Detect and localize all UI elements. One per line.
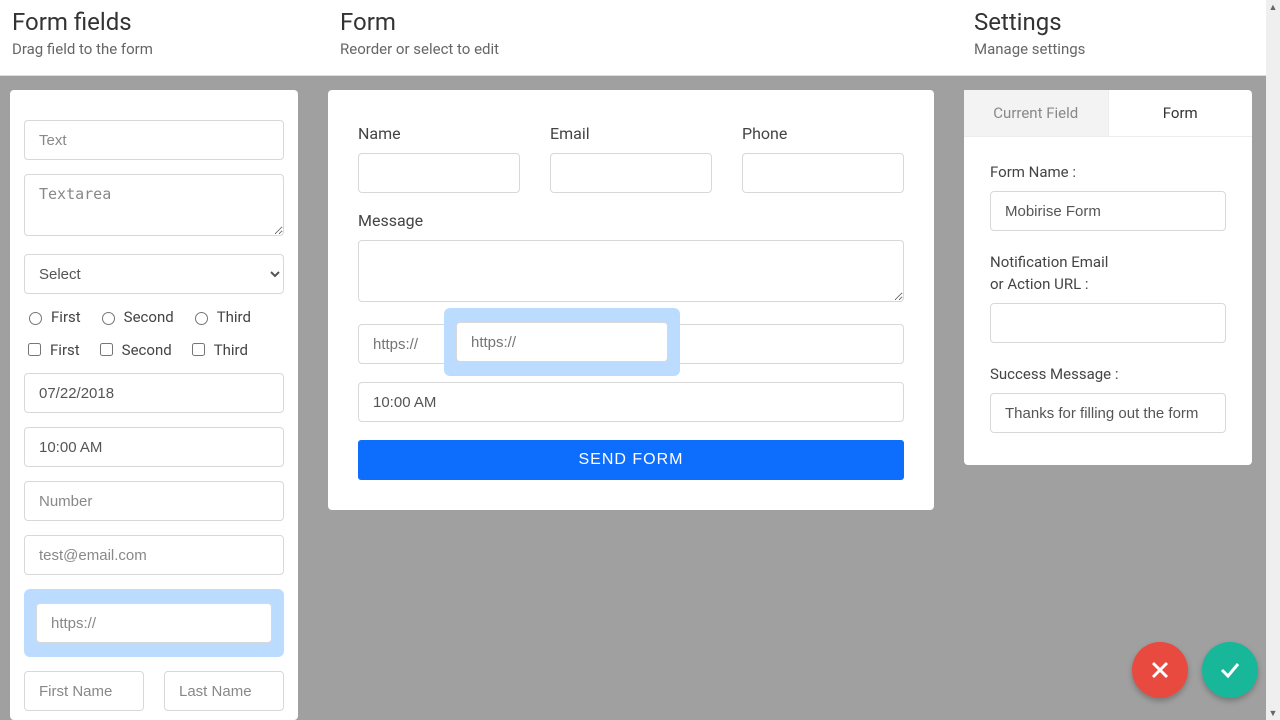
- date-field[interactable]: [24, 373, 284, 413]
- form-title: Form: [340, 8, 950, 36]
- scroll-down-icon[interactable]: ▼: [1266, 706, 1280, 720]
- firstname-field[interactable]: [24, 671, 144, 711]
- header-fields: Form fields Drag field to the form: [0, 0, 328, 75]
- scroll-up-icon[interactable]: ▲: [1266, 0, 1280, 14]
- tab-form[interactable]: Form: [1109, 90, 1253, 137]
- success-label: Success Message :: [990, 365, 1226, 383]
- url-field-dragsource[interactable]: [24, 589, 284, 657]
- radio-group: First Second Third: [24, 308, 284, 326]
- tab-current-field[interactable]: Current Field: [964, 90, 1109, 137]
- select-field[interactable]: Select: [24, 254, 284, 294]
- name-input[interactable]: [358, 153, 520, 193]
- close-icon: [1148, 658, 1172, 682]
- url-drag-ghost[interactable]: [444, 308, 680, 376]
- number-field[interactable]: [24, 481, 284, 521]
- url-field[interactable]: [36, 603, 272, 643]
- radio-option-second[interactable]: Second: [97, 308, 174, 326]
- form-name-input[interactable]: [990, 191, 1226, 231]
- checkbox-group: First Second Third: [24, 340, 284, 359]
- time-field[interactable]: [24, 427, 284, 467]
- confirm-button[interactable]: [1202, 642, 1258, 698]
- header-form: Form Reorder or select to edit: [328, 0, 962, 75]
- fields-panel: Select First Second Third First Second T…: [10, 90, 298, 720]
- form-time-input[interactable]: [358, 382, 904, 422]
- radio-option-first[interactable]: First: [24, 308, 81, 326]
- email-label: Email: [550, 124, 712, 143]
- vertical-scrollbar[interactable]: ▲ ▼: [1266, 0, 1280, 720]
- header-settings: Settings Manage settings: [962, 0, 1280, 75]
- notification-label-2: or Action URL :: [990, 275, 1226, 293]
- url-drag-ghost-input: [456, 322, 668, 362]
- workspace: Select First Second Third First Second T…: [0, 76, 1280, 720]
- settings-subtitle: Manage settings: [974, 40, 1268, 58]
- text-field[interactable]: [24, 120, 284, 160]
- name-fields: [24, 671, 284, 711]
- fields-subtitle: Drag field to the form: [12, 40, 316, 58]
- check-option-third[interactable]: Third: [188, 340, 248, 359]
- settings-tabs: Current Field Form: [964, 90, 1252, 137]
- settings-panel: Current Field Form Form Name : Notificat…: [964, 90, 1252, 465]
- phone-input[interactable]: [742, 153, 904, 193]
- form-subtitle: Reorder or select to edit: [340, 40, 950, 58]
- check-icon: [1218, 658, 1242, 682]
- message-input[interactable]: [358, 240, 904, 302]
- check-option-second[interactable]: Second: [96, 340, 172, 359]
- email-input[interactable]: [550, 153, 712, 193]
- app-header: Form fields Drag field to the form Form …: [0, 0, 1280, 76]
- email-field[interactable]: [24, 535, 284, 575]
- success-input[interactable]: [990, 393, 1226, 433]
- notification-input[interactable]: [990, 303, 1226, 343]
- phone-label: Phone: [742, 124, 904, 143]
- form-name-label: Form Name :: [990, 163, 1226, 181]
- notification-label-1: Notification Email: [990, 253, 1226, 271]
- check-option-first[interactable]: First: [24, 340, 80, 359]
- send-form-button[interactable]: SEND FORM: [358, 440, 904, 480]
- action-buttons: [1132, 642, 1258, 698]
- radio-option-third[interactable]: Third: [190, 308, 251, 326]
- form-canvas: Name Email Phone Message SEND FOR: [328, 90, 934, 510]
- message-label: Message: [358, 211, 904, 230]
- textarea-field[interactable]: [24, 174, 284, 236]
- cancel-button[interactable]: [1132, 642, 1188, 698]
- settings-title: Settings: [974, 8, 1268, 36]
- name-label: Name: [358, 124, 520, 143]
- lastname-field[interactable]: [164, 671, 284, 711]
- fields-title: Form fields: [12, 8, 316, 36]
